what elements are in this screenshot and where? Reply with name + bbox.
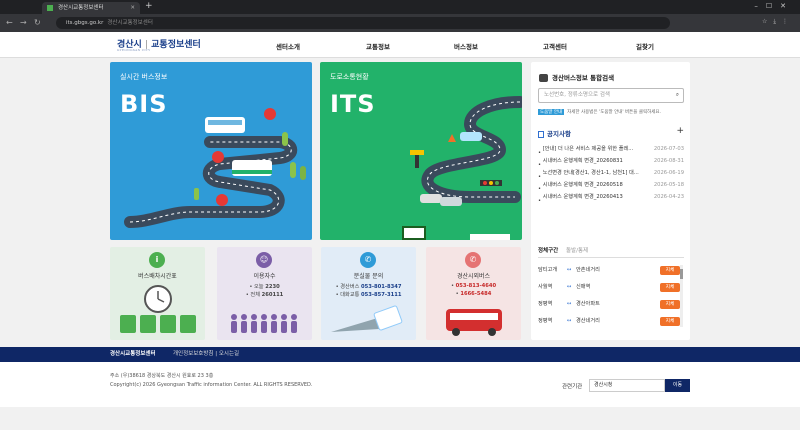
bis-banner[interactable]: 실시간 버스정보 BIS <box>110 62 312 240</box>
road-row[interactable]: 사월역 ↔ 신매역 지체 <box>538 281 680 294</box>
notice-item[interactable]: • 시내버스 운행계획 변경_20260413 2026-04-23 <box>538 192 684 204</box>
road-list-scrollbar[interactable] <box>680 265 683 327</box>
top-navigation: 경산시 | 교통정보센터 GYEONGSAN CITY 센터소개 교통정보 버스정보… <box>0 32 800 58</box>
forward-icon[interactable]: → <box>20 18 27 27</box>
menu-customer-center[interactable]: 고객센터 <box>543 41 567 51</box>
notice-icon <box>538 130 544 138</box>
browser-toolbar: ← → ↻ its.gbgs.go.kr 경산시교통정보센터 ☆⤓⋮ <box>0 14 800 32</box>
notice-item[interactable]: • 노선변경 안내[경산1, 경산1-1, 남천1] 대... 2026-06-1… <box>538 168 684 180</box>
status-badge: 지체 <box>660 317 680 326</box>
menu-center-intro[interactable]: 센터소개 <box>276 41 300 51</box>
tab-congestion[interactable]: 정체구간 <box>538 248 558 254</box>
tab-incident[interactable]: 돌발/통제 <box>566 248 588 254</box>
page: 경산시 | 교통정보센터 GYEONGSAN CITY 센터소개 교통정보 버스정보… <box>0 32 800 430</box>
people-illustration <box>231 314 297 333</box>
address-bar[interactable]: its.gbgs.go.kr 경산시교통정보센터 <box>56 17 670 29</box>
road-status-tabs: 정체구간 돌발/통제 <box>538 246 684 258</box>
menu-directions[interactable]: 길찾기 <box>636 41 654 51</box>
browser-tab-strip: 경산시교통정보센터 ✕ + –☐✕ <box>0 0 800 14</box>
intercity-bus-illustration <box>446 309 502 336</box>
menu-bus-info[interactable]: 버스정보 <box>454 41 478 51</box>
road-row[interactable]: 담티고개 ↔ 안촌네거리 지체 <box>538 264 680 277</box>
tile-intercity-bus[interactable]: ✆ 경산시외버스 • 053-813-4640 • 1666-5484 <box>426 247 521 340</box>
notice-item[interactable]: • 시내버스 운행계획 변경_20260518 2026-05-18 <box>538 180 684 192</box>
tile-bus-timetable[interactable]: i 버스배차시간표 <box>110 247 205 340</box>
traffic-road-illustration <box>402 96 522 240</box>
footer-bar: 경산시교통정보센터 개인정보보호방침 | 오시는길 <box>0 347 800 362</box>
search-icon[interactable]: ⌕ <box>676 89 679 102</box>
site-favicon-icon <box>47 5 53 11</box>
tile-user-count[interactable]: ☺ 이용자수 • 오늘 2230 • 전체 260111 <box>217 247 312 340</box>
site-logo[interactable]: 경산시 | 교통정보센터 GYEONGSAN CITY <box>117 37 201 52</box>
close-tab-icon[interactable]: ✕ <box>130 2 135 14</box>
road-row[interactable]: 정평역 ↔ 경산아파트 지체 <box>538 298 680 311</box>
bus-info-sidebar: 경산버스정보 통합검색 노선번호, 정류소명으로 검색 ⌕ 도움말 안내 자세한 … <box>531 62 690 340</box>
status-badge: 지체 <box>660 300 680 309</box>
notice-item[interactable]: • 시내버스 운행계획 변경_20260831 2026-08-31 <box>538 156 684 168</box>
menu-traffic-info[interactable]: 교통정보 <box>366 41 390 51</box>
browser-extension-icons[interactable]: ☆⤓⋮ <box>762 18 794 26</box>
back-icon[interactable]: ← <box>6 18 13 27</box>
clock-and-buses-illustration <box>120 285 196 333</box>
notice-more-icon[interactable]: + <box>676 126 684 136</box>
status-badge: 지체 <box>660 266 680 275</box>
bus-road-illustration <box>124 108 306 228</box>
go-button[interactable]: 이동 <box>665 379 690 392</box>
tile-lost-found[interactable]: ✆ 분실물 문의 • 경산버스 053-801-8347 • 대화교통 053-… <box>321 247 416 340</box>
its-banner[interactable]: 도로소통현황 ITS <box>320 62 522 240</box>
browser-tab[interactable]: 경산시교통정보센터 ✕ <box>42 2 140 14</box>
bus-search-input[interactable]: 노선번호, 정류소명으로 검색 ⌕ <box>538 88 684 103</box>
road-row[interactable]: 정평역 ↔ 경산네거리 지체 <box>538 315 680 328</box>
footer-info: 주소 (우)38618 경상북도 경산시 원효로 23 3층 Copyright… <box>0 362 800 407</box>
notice-item[interactable]: • [안내] 더 나은 서비스 제공을 위한 플레... 2026-07-03 <box>538 144 684 156</box>
status-badge: 지체 <box>660 283 680 292</box>
bus-icon <box>539 74 548 82</box>
related-site-select[interactable]: 경산시청 <box>589 379 665 392</box>
umbrella-illustration <box>331 305 403 332</box>
help-guide-button[interactable]: 도움말 안내 <box>538 109 565 115</box>
window-controls[interactable]: –☐✕ <box>754 2 794 10</box>
new-tab-icon[interactable]: + <box>145 1 153 11</box>
reload-icon[interactable]: ↻ <box>34 18 41 27</box>
footer-links[interactable]: 개인정보보호방침 | 오시는길 <box>173 347 239 362</box>
